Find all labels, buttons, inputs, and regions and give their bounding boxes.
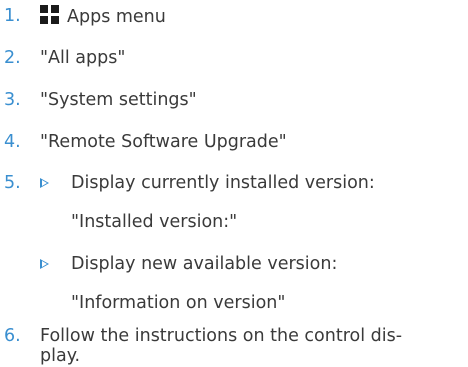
triangle-bullet-icon — [40, 259, 49, 269]
step-number: 1. — [4, 6, 21, 26]
step-text: Apps menu — [67, 7, 166, 27]
step-text: "System settings" — [40, 90, 197, 110]
bullet-label: Display currently installed version: — [71, 173, 375, 193]
step-number: 5. — [4, 173, 21, 193]
step-number: 6. — [4, 326, 21, 346]
step-text: "Remote Software Upgrade" — [40, 132, 287, 152]
apps-grid-icon — [40, 5, 59, 24]
step-text: Follow the instructions on the control d… — [40, 326, 403, 346]
bullet-label: Display new available version: — [71, 254, 338, 274]
triangle-bullet-icon — [40, 178, 49, 188]
bullet-value: "Information on version" — [71, 293, 286, 313]
step-number: 3. — [4, 90, 21, 110]
step-number: 2. — [4, 48, 21, 68]
step-text: "All apps" — [40, 48, 126, 68]
step-text-continued: play. — [40, 346, 81, 366]
instruction-list: 1. Apps menu 2. "All apps" 3. "System se… — [0, 0, 468, 366]
bullet-value: "Installed version:" — [71, 212, 238, 232]
step-number: 4. — [4, 132, 21, 152]
